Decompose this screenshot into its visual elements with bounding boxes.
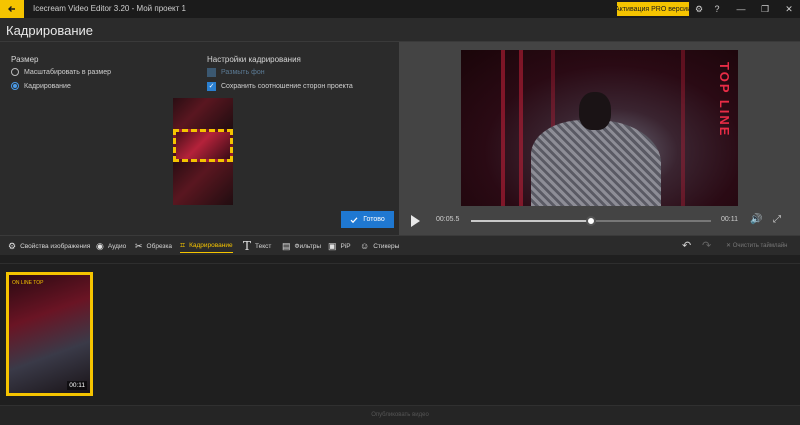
done-label: Готово bbox=[363, 216, 385, 223]
image-icon: ⚙ bbox=[8, 240, 17, 251]
crop-icon: ⌗ bbox=[180, 240, 186, 250]
total-time: 00:11 bbox=[721, 216, 738, 223]
checkbox[interactable]: ✓ bbox=[207, 68, 216, 77]
keep-aspect-checkbox[interactable]: ✓ Сохранить соотношение сторон проекта bbox=[207, 82, 353, 91]
tool-pip[interactable]: ▣ PiP bbox=[328, 239, 351, 253]
tool-label: Кадрирование bbox=[189, 242, 233, 249]
pip-icon: ▣ bbox=[328, 240, 337, 251]
tool-label: PiP bbox=[340, 242, 351, 250]
tool-text[interactable]: T Текст bbox=[243, 239, 271, 253]
checkbox-label: Сохранить соотношение сторон проекта bbox=[221, 83, 353, 90]
tool-label: Текст bbox=[255, 242, 272, 250]
back-arrow-icon bbox=[8, 6, 15, 12]
neon-light bbox=[681, 50, 685, 206]
seek-bar[interactable] bbox=[471, 216, 711, 226]
tool-image-properties[interactable]: ⚙ Свойства изображения bbox=[8, 239, 90, 253]
redo-icon[interactable]: ↷ bbox=[702, 239, 711, 252]
player-controls: 00:05.5 00:11 🔊 ⤢ bbox=[399, 208, 800, 235]
sticker-icon: ☺ bbox=[360, 241, 370, 251]
video-overlay-text: TOP LINE bbox=[717, 62, 732, 138]
checkmark-icon bbox=[350, 216, 358, 223]
footer-bar: Опубликовать видео bbox=[0, 405, 800, 425]
clear-timeline-button[interactable]: ✕ Очистить таймлайн bbox=[726, 242, 788, 249]
volume-icon[interactable]: 🔊 bbox=[750, 214, 762, 225]
fullscreen-icon[interactable]: ⤢ bbox=[773, 214, 781, 225]
crop-frame-handle[interactable] bbox=[173, 129, 233, 162]
play-icon[interactable] bbox=[411, 215, 420, 227]
tool-trim[interactable]: ✂ Обрезка bbox=[135, 239, 172, 253]
tool-stickers[interactable]: ☺ Стикеры bbox=[360, 239, 399, 253]
close-icon[interactable]: ✕ bbox=[782, 2, 796, 16]
clear-icon: ✕ bbox=[726, 243, 733, 249]
tool-audio[interactable]: ◉ Аудио bbox=[96, 239, 126, 253]
radio-button[interactable] bbox=[11, 82, 19, 90]
blur-background-checkbox[interactable]: ✓ Размыть фон bbox=[207, 68, 265, 77]
tool-crop[interactable]: ⌗ Кадрирование bbox=[180, 239, 233, 253]
restore-icon[interactable]: ❐ bbox=[758, 2, 772, 16]
back-button[interactable] bbox=[0, 0, 24, 18]
radio-label: Кадрирование bbox=[24, 82, 71, 90]
page-title: Кадрирование bbox=[6, 23, 94, 38]
publish-video-button[interactable]: Опубликовать видео bbox=[0, 412, 800, 418]
done-button[interactable]: Готово bbox=[341, 211, 394, 228]
timeline-ruler[interactable] bbox=[0, 258, 800, 264]
neon-light bbox=[519, 50, 523, 206]
tool-label: Свойства изображения bbox=[20, 242, 91, 250]
thumbnail-top-area bbox=[173, 98, 233, 129]
clip-overlay-text: ON LINE TOP bbox=[12, 280, 44, 286]
radio-label: Масштабировать в размер bbox=[24, 68, 112, 76]
crop-settings-label: Настройки кадрирования bbox=[207, 55, 301, 64]
seek-handle[interactable] bbox=[586, 216, 596, 226]
tool-label: Стикеры bbox=[373, 242, 400, 250]
timeline: ON LINE TOP 00:11 bbox=[0, 255, 800, 425]
title-bar: Icecream Video Editor 3.20 - Мой проект … bbox=[0, 0, 800, 18]
video-preview[interactable]: TOP LINE bbox=[461, 50, 738, 206]
window-title: Icecream Video Editor 3.20 - Мой проект … bbox=[33, 4, 186, 13]
seek-bar-progress bbox=[471, 220, 591, 222]
crop-settings-panel: Размер Масштабировать в размер Кадрирова… bbox=[0, 42, 399, 235]
settings-icon[interactable]: ⚙ bbox=[692, 2, 706, 16]
tool-label: Обрезка bbox=[146, 242, 172, 250]
scissors-icon: ✂ bbox=[135, 240, 143, 251]
undo-icon[interactable]: ↶ bbox=[682, 239, 691, 252]
video-subject-head bbox=[579, 92, 611, 130]
clear-timeline-label: Очистить таймлайн bbox=[732, 243, 788, 249]
timeline-clip[interactable]: ON LINE TOP 00:11 bbox=[6, 272, 93, 396]
video-subject bbox=[531, 120, 661, 206]
clip-duration: 00:11 bbox=[67, 381, 87, 390]
thumbnail-bottom-area bbox=[173, 162, 233, 205]
page-header: Кадрирование bbox=[0, 18, 800, 42]
neon-light bbox=[501, 50, 505, 206]
tool-label: Фильтры bbox=[294, 242, 322, 250]
help-icon[interactable]: ? bbox=[710, 2, 724, 16]
checkbox-label: Размыть фон bbox=[221, 69, 265, 76]
tool-label: Аудио bbox=[107, 242, 127, 250]
checkbox-checked-icon[interactable]: ✓ bbox=[207, 82, 216, 91]
text-icon: T bbox=[243, 239, 252, 253]
video-preview-panel: TOP LINE bbox=[399, 42, 800, 235]
crop-radio[interactable]: Кадрирование bbox=[11, 82, 71, 90]
size-section-label: Размер bbox=[11, 55, 39, 64]
fit-size-radio[interactable]: Масштабировать в размер bbox=[11, 68, 111, 76]
activate-pro-button[interactable]: Активация PRO версии bbox=[615, 2, 691, 16]
minimize-icon[interactable]: — bbox=[734, 2, 748, 16]
editing-toolbar: ⚙ Свойства изображения ◉ Аудио ✂ Обрезка… bbox=[0, 235, 800, 255]
tool-filters[interactable]: ▤ Фильтры bbox=[282, 239, 321, 253]
audio-icon: ◉ bbox=[96, 240, 104, 251]
current-time: 00:05.5 bbox=[436, 216, 460, 223]
filter-icon: ▤ bbox=[282, 240, 291, 251]
radio-button[interactable] bbox=[11, 68, 19, 76]
